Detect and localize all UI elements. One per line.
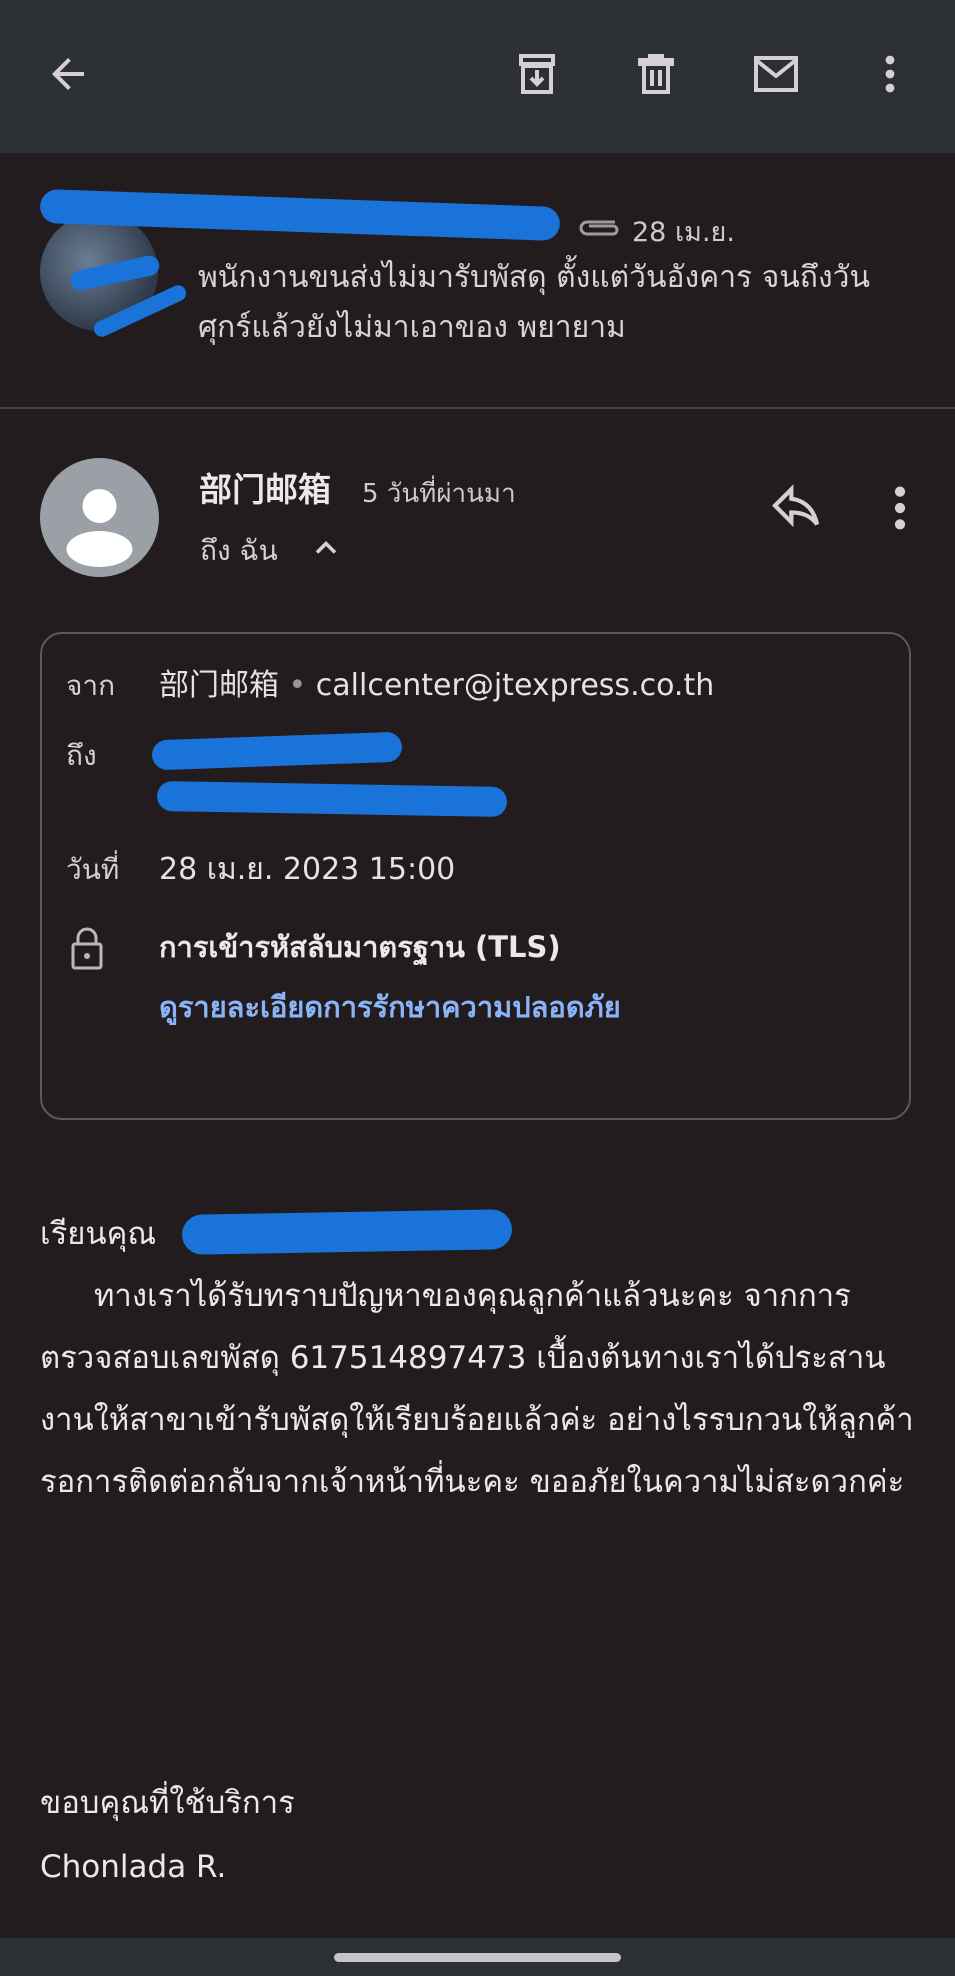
recipient-summary[interactable]: ถึง ฉัน xyxy=(200,529,278,573)
thread-subject: พนักงานขนส่งไม่มารับพัสดุ ตั้งแต่วันอังค… xyxy=(198,260,870,345)
top-app-bar xyxy=(0,0,955,153)
mail-icon[interactable] xyxy=(744,42,808,106)
signature-name: Chonlada R. xyxy=(40,1849,227,1885)
reply-icon[interactable] xyxy=(768,480,824,536)
thread-date: 28 เม.ย. xyxy=(632,217,735,248)
more-vertical-icon[interactable] xyxy=(880,480,920,536)
divider xyxy=(0,407,955,409)
security-title: การเข้ารหัสลับมาตรฐาน (TLS) xyxy=(159,930,561,964)
separator-dot: • xyxy=(288,668,316,703)
sender-name[interactable]: 部门邮箱 xyxy=(199,463,331,511)
thread-header: 28 เม.ย. พนักงานขนส่งไม่มารับพัสดุ ตั้งแ… xyxy=(0,153,955,407)
trash-icon[interactable] xyxy=(624,42,688,106)
date-value: 28 เม.ย. 2023 15:00 xyxy=(159,852,456,887)
from-value: 部门邮箱 • callcenter@jtexpress.co.th xyxy=(159,660,714,704)
from-email[interactable]: callcenter@jtexpress.co.th xyxy=(316,668,714,703)
from-name: 部门邮箱 xyxy=(159,668,279,703)
to-label: ถึง xyxy=(66,739,97,772)
date-label: วันที่ xyxy=(66,853,120,886)
chevron-up-icon[interactable] xyxy=(308,530,344,566)
system-navigation-bar xyxy=(0,1938,955,1976)
more-vertical-icon[interactable] xyxy=(858,42,922,106)
redaction-mark xyxy=(151,731,403,771)
redaction-mark xyxy=(181,1209,513,1255)
message-time: 5 วันที่ผ่านมา xyxy=(362,479,516,509)
message-details-card: จาก 部门邮箱 • callcenter@jtexpress.co.th ถึ… xyxy=(40,632,911,1120)
lock-icon xyxy=(71,927,103,970)
redaction-mark xyxy=(156,780,508,818)
gesture-handle[interactable] xyxy=(334,1953,621,1962)
arrow-left-icon[interactable] xyxy=(36,42,100,106)
archive-icon[interactable] xyxy=(505,42,569,106)
from-label: จาก xyxy=(66,669,116,702)
signature-block: ขอบคุณที่ใช้บริการ Chonlada R. xyxy=(40,1771,295,1899)
security-details-link[interactable]: ดูรายละเอียดการรักษาความปลอดภัย xyxy=(159,984,621,1030)
attachment-icon xyxy=(579,220,619,236)
body-paragraph: ทางเราได้รับทราบปัญหาของคุณลูกค้าแล้วนะค… xyxy=(40,1278,914,1500)
closing-line: ขอบคุณที่ใช้บริการ xyxy=(40,1785,295,1821)
avatar[interactable] xyxy=(40,458,159,577)
